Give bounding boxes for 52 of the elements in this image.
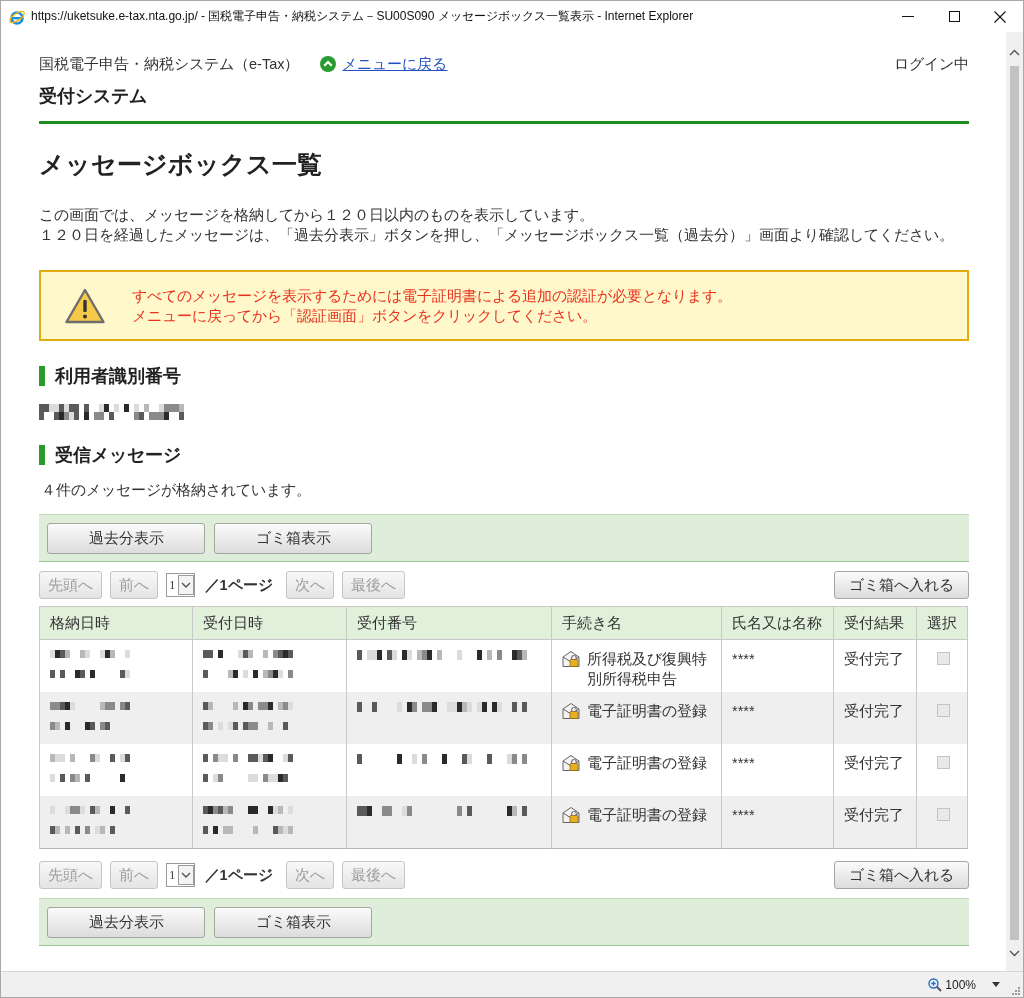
zoom-icon[interactable] [928,977,943,992]
chevron-down-icon[interactable] [1009,950,1020,957]
system-name: 国税電子申告・納税システム（e-Tax） [39,55,300,74]
page-title: メッセージボックス一覧 [39,149,323,180]
alert-message: メニューに戻ってから「認証画面」ボタンをクリックしてください。 [132,307,598,326]
subsystem-title: 受付システム [39,86,148,106]
page-select[interactable]: 1 [166,863,195,887]
menu-link[interactable]: メニューに戻る [342,54,448,74]
column-header: 選択 [916,606,968,640]
column-header: 氏名又は名称 [721,606,834,640]
page-count: ／1ページ [204,866,273,885]
resize-grip-icon[interactable] [1012,987,1020,995]
column-header: 手続き名 [551,606,722,640]
show-trash-button[interactable]: ゴミ箱表示 [214,907,372,938]
column-header: 受付結果 [833,606,917,640]
show-trash-button[interactable]: ゴミ箱表示 [214,523,372,554]
page-select[interactable]: 1 [166,573,195,597]
message-count: ４件のメッセージが格納されています。 [40,481,312,500]
description-text: この画面では、メッセージを格納してから１２０日以内のものを表示しています。 [39,206,595,225]
column-header: 格納日時 [39,606,193,640]
login-status: ログイン中 [894,55,969,74]
locked-envelope-icon [562,650,580,668]
procedure-name: 電子証明書の登録 [587,702,707,721]
page-count: ／1ページ [204,576,273,595]
procedure-name: 電子証明書の登録 [587,754,707,773]
section-heading: 受信メッセージ [39,445,969,465]
locked-envelope-icon [562,754,580,772]
procedure-name: 電子証明書の登録 [587,806,707,825]
move-to-trash-button[interactable]: ゴミ箱へ入れる [834,571,969,599]
warning-icon [65,288,105,324]
table-cell: 受付完了 [833,796,917,849]
alert-message: すべてのメッセージを表示するためには電子証明書による追加の認証が必要となります。 [132,287,732,306]
chevron-up-circle-icon[interactable] [320,56,337,72]
section-heading: 利用者識別番号 [39,366,969,386]
close-icon [994,10,1006,23]
move-to-trash-button[interactable]: ゴミ箱へ入れる [834,861,969,889]
caret-down-icon[interactable] [992,982,1000,987]
scrollbar-thumb[interactable] [1010,66,1019,940]
locked-envelope-icon [562,702,580,720]
past-messages-button[interactable]: 過去分表示 [47,907,205,938]
zoom-level[interactable]: 100% [945,977,976,992]
chevron-up-icon[interactable] [1009,49,1020,56]
maximize-icon [948,11,960,22]
column-header: 受付番号 [346,606,552,640]
window-title: https://uketsuke.e-tax.nta.go.jp/ - 国税電子申告・納税システム－SU00S090 メッセージボックス一覧表示 - Internet Explorer [31,8,694,25]
minimize-icon [902,16,914,17]
table-cell: **** [721,796,834,849]
procedure-name: 所得税及び復興特別所得税申告 [587,650,708,689]
locked-envelope-icon [562,806,580,824]
column-header: 受付日時 [192,606,347,640]
description-text: １２０日を経過したメッセージは、「過去分表示」ボタンを押し、「メッセージボックス一覧（過去分）」画面より確認してください。 [39,226,955,245]
past-messages-button[interactable]: 過去分表示 [47,523,205,554]
